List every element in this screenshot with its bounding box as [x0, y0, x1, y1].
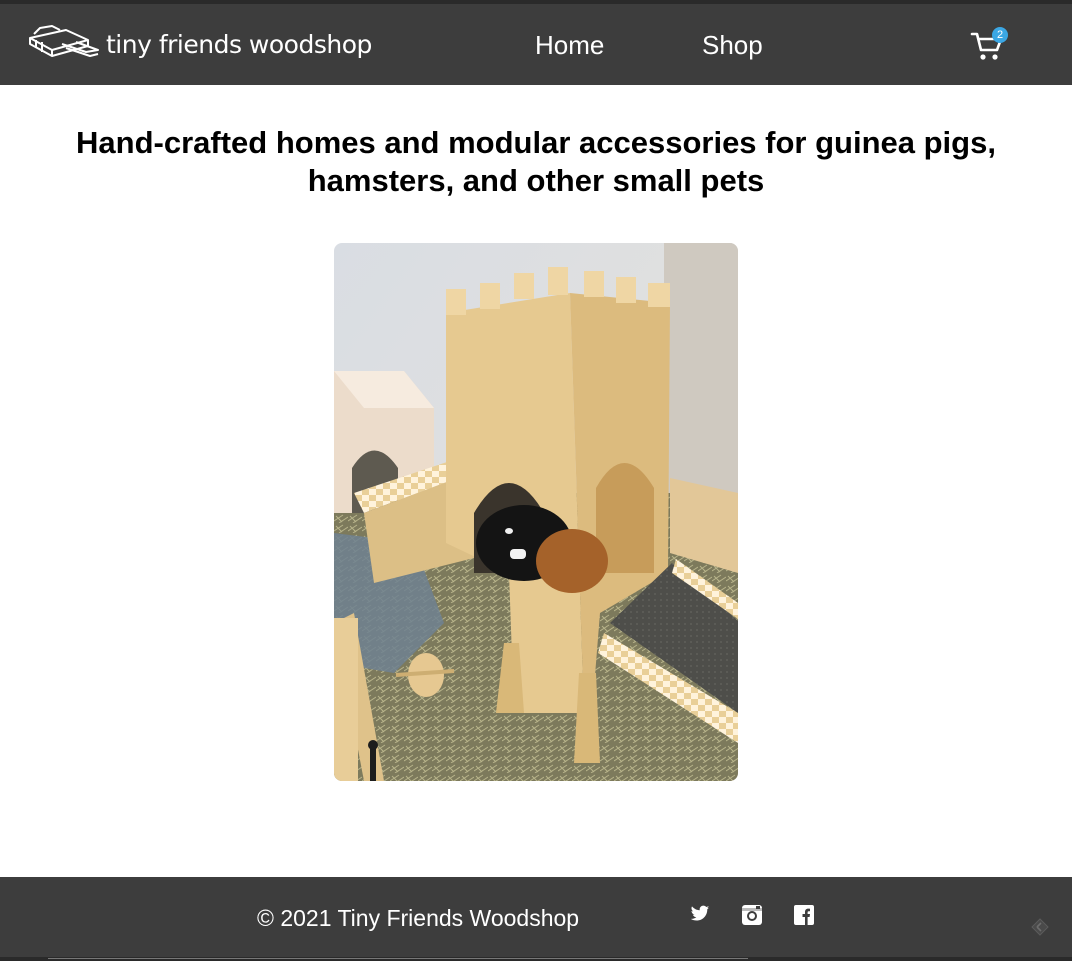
nav-shop-link[interactable]: Shop [702, 28, 763, 62]
logo[interactable]: tiny friends woodshop [26, 22, 372, 66]
instagram-icon [742, 905, 762, 929]
twitter-link[interactable] [690, 905, 710, 925]
scroll-to-top-icon[interactable] [1030, 917, 1050, 937]
site-header: tiny friends woodshop Home Shop 2 [0, 4, 1072, 85]
woodworking-plane-icon [26, 22, 100, 67]
window-bottom-edge [0, 957, 1072, 961]
nav-home-link[interactable]: Home [535, 28, 604, 62]
twitter-icon [690, 905, 710, 927]
site-footer: © 2021 Tiny Friends Woodshop [0, 877, 1072, 957]
cart-button[interactable]: 2 [970, 26, 1010, 66]
logo-text: tiny friends woodshop [106, 29, 372, 59]
page-headline: Hand-crafted homes and modular accessori… [76, 125, 996, 198]
cart-count-badge: 2 [992, 27, 1008, 43]
copyright-text: © 2021 Tiny Friends Woodshop [257, 905, 580, 931]
facebook-link[interactable] [794, 905, 814, 925]
hero-image [334, 243, 738, 781]
facebook-icon [794, 905, 814, 929]
instagram-link[interactable] [742, 905, 762, 925]
